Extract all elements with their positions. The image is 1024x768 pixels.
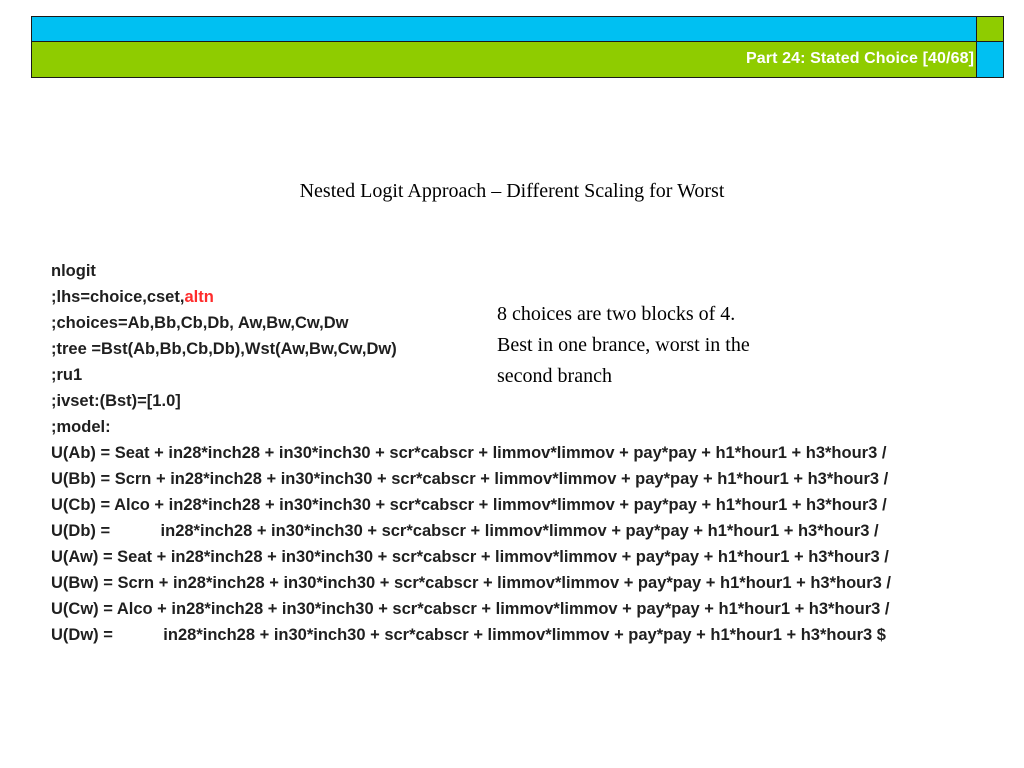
slide: Part 24: Stated Choice [40/68] Nested Lo… xyxy=(0,0,1024,768)
header-corner-block xyxy=(977,16,1004,78)
note-line: second branch xyxy=(497,365,612,387)
explanation-note: 8 choices are two blocks of 4. Best in o… xyxy=(497,299,837,392)
header-corner-top xyxy=(977,17,1003,42)
code-line: U(Bw) = Scrn + in28*inch28 + in30*inch30… xyxy=(51,574,892,592)
code-line: U(Cb) = Alco + in28*inch28 + in30*inch30… xyxy=(51,496,887,514)
slide-title: Nested Logit Approach – Different Scalin… xyxy=(299,180,725,202)
code-line: U(Dw) = in28*inch28 + in30*inch30 + scr*… xyxy=(51,626,886,644)
code-line: nlogit xyxy=(51,262,96,280)
header-top-bar xyxy=(31,16,977,42)
code-line: U(Db) = in28*inch28 + in30*inch30 + scr*… xyxy=(51,522,879,540)
code-line: ;model: xyxy=(51,418,111,436)
note-line: 8 choices are two blocks of 4. xyxy=(497,303,736,325)
code-line: U(Cw) = Alco + in28*inch28 + in30*inch30… xyxy=(51,600,890,618)
code-highlight: altn xyxy=(184,288,214,306)
code-line: U(Ab) = Seat + in28*inch28 + in30*inch30… xyxy=(51,444,887,462)
header-corner-bottom xyxy=(977,42,1003,77)
code-line: U(Bb) = Scrn + in28*inch28 + in30*inch30… xyxy=(51,470,889,488)
note-line: Best in one brance, worst in the xyxy=(497,334,750,356)
code-line: U(Aw) = Seat + in28*inch28 + in30*inch30… xyxy=(51,548,889,566)
code-text: ;lhs=choice,cset, xyxy=(51,288,185,306)
part-label: Part 24: Stated Choice [40/68] xyxy=(746,50,974,67)
